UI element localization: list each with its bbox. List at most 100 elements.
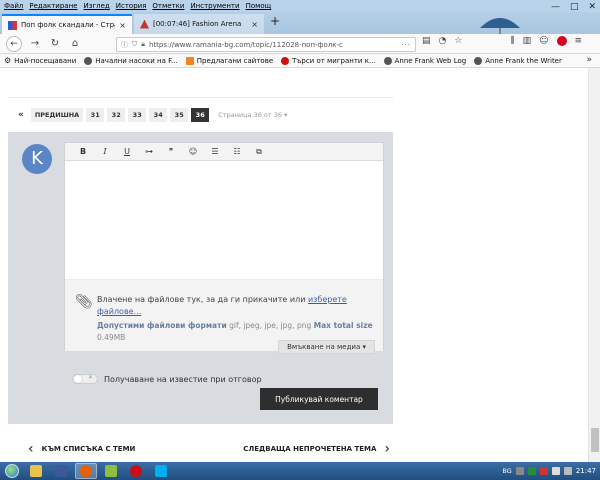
language-indicator[interactable]: BG [502,467,511,475]
bookmarks-overflow-button[interactable]: » [586,55,592,65]
system-tray: BG 21:47 [502,462,596,480]
close-tab-icon[interactable]: × [251,20,258,29]
reload-button[interactable]: ↻ [48,38,62,49]
taskbar-skype[interactable] [150,463,172,479]
bookmark-most-visited[interactable]: ⚙ Най-посещавани [4,56,76,65]
reply-editor: B I U ⊶ ❞ ☺ ☰ ☷ ⧉ 📎︎ Влачене на файлове … [64,142,384,354]
url-text[interactable]: https://www.ramania-bg.com/topic/112028-… [149,41,401,49]
page-35[interactable]: 35 [170,108,189,122]
publish-comment-button[interactable]: Публикувай коментар [260,388,378,410]
taskbar-opera[interactable] [125,463,147,479]
max-size-label: Max total size [313,321,373,330]
italic-button[interactable]: I [97,147,113,156]
page-36-current[interactable]: 36 [191,108,210,122]
taskbar-app[interactable] [100,463,122,479]
allowed-formats-label: Допустими файлови формати [97,321,227,330]
chevron-right-icon: › [384,441,390,457]
menu-history[interactable]: История [116,2,147,10]
maximize-button[interactable]: □ [570,2,579,12]
tab-forum-topic[interactable]: Поп фолк скандали - Страни × [2,14,132,34]
skype-icon [155,465,167,477]
new-tab-button[interactable]: + [270,14,280,28]
menu-edit[interactable]: Редактиране [29,2,77,10]
menu-bookmarks[interactable]: Отметки [152,2,184,10]
attachment-dropzone[interactable]: 📎︎ Влачене на файлове тук, за да ги прик… [65,279,383,354]
previous-page-button[interactable]: ПРЕДИШНА [30,108,84,122]
toggle-knob [74,375,82,383]
page-33[interactable]: 33 [128,108,147,122]
reader-view-icon[interactable]: ▤ [422,36,431,46]
page-actions-icon[interactable]: ··· [401,41,411,49]
reply-textarea[interactable] [65,161,383,279]
menu-file[interactable]: Файл [4,2,23,10]
menu-hamburger-icon[interactable]: ≡ [575,36,583,46]
close-tab-icon[interactable]: × [119,21,126,30]
page-34[interactable]: 34 [149,108,168,122]
start-button[interactable] [2,462,22,480]
page-scrollbar[interactable] [588,68,600,462]
bulleted-list-icon[interactable]: ☰ [207,147,223,156]
globe-icon [474,56,483,65]
scrollbar-thumb[interactable] [591,428,599,452]
page-32[interactable]: 32 [107,108,126,122]
underline-button[interactable]: U [119,147,135,156]
topic-navigation: ‹ КЪМ СПИСЪКА С ТЕМИ СЛЕДВАЩА НЕПРОЧЕТЕН… [18,442,390,460]
tray-icon[interactable] [527,467,536,475]
tray-icon[interactable] [539,467,548,475]
bookmark-star-icon[interactable]: ☆ [454,36,462,46]
sidebar-icon[interactable]: ▥ [523,36,532,46]
shield-icon[interactable]: ⛉ [132,40,137,49]
next-unread-topic-link[interactable]: СЛЕДВАЩА НЕПРОЧЕТЕНА ТЕМА › [243,441,390,457]
tray-icon[interactable] [515,467,524,475]
globe-icon [383,56,392,65]
url-bar[interactable]: ⓘ ⛉ 🔒︎ https://www.ramania-bg.com/topic/… [116,37,416,52]
clock[interactable]: 21:47 [576,467,596,475]
menu-tools[interactable]: Инструменти [190,2,239,10]
tab-fashion-arena[interactable]: [00:07:46] Fashion Arena × [134,14,264,34]
page-31[interactable]: 31 [86,108,105,122]
lock-icon[interactable]: 🔒︎ [141,40,145,49]
library-icon[interactable]: ⫼ [510,36,514,46]
tab-title: Поп фолк скандали - Страни [21,21,115,29]
preview-icon[interactable]: ⧉ [251,147,267,157]
emoji-icon[interactable]: ☺ [185,147,201,156]
info-icon[interactable]: ⓘ [121,40,128,50]
close-window-button[interactable]: ✕ [588,2,596,12]
numbered-list-icon[interactable]: ☷ [229,147,245,156]
network-icon[interactable] [551,467,560,475]
page-jump-dropdown[interactable]: Страница 36 от 36 ▾ [218,111,287,119]
quote-icon[interactable]: ❞ [163,147,179,156]
site-favicon-icon [8,20,17,30]
notify-option: ✕ Получаване на известие при отговор [72,374,262,384]
taskbar-explorer[interactable] [25,463,47,479]
previous-post-bottom [8,68,393,98]
pocket-icon[interactable]: ◔ [439,36,447,46]
bookmark-getting-started[interactable]: Начални насоки на F... [84,56,178,65]
first-page-button[interactable]: « [14,108,28,122]
menu-help[interactable]: Помощ [246,2,272,10]
account-icon[interactable]: ☺ [539,36,548,46]
pagination: « ПРЕДИШНА 31 32 33 34 35 36 Страница 36… [14,108,287,122]
bookmark-suggested-sites[interactable]: Предлагани сайтове [185,56,273,65]
menu-view[interactable]: Изглед [83,2,109,10]
minimize-button[interactable]: — [551,2,560,12]
home-button[interactable]: ⌂ [68,38,82,49]
taskbar-firefox[interactable] [75,463,97,479]
globe-icon [84,56,93,65]
insert-media-button[interactable]: Вмъкване на медиа ▾ [278,340,375,354]
back-button[interactable]: ← [6,35,22,52]
bookmark-anne-frank-log[interactable]: Anne Frank Web Log [383,56,466,65]
bold-button[interactable]: B [75,147,91,156]
bookmark-anne-frank-writer[interactable]: Anne Frank the Writer [474,56,562,65]
avatar[interactable]: K [22,144,52,174]
notify-toggle[interactable]: ✕ [72,374,98,384]
bookmark-label: Начални насоки на F... [95,56,178,65]
bookmark-migrants[interactable]: Търси от мигранти к... [281,56,376,65]
back-to-topics-link[interactable]: ‹ КЪМ СПИСЪКА С ТЕМИ [28,442,135,456]
extension-icon[interactable] [556,36,567,46]
feed-icon [185,56,194,65]
volume-icon[interactable] [563,467,572,475]
taskbar-media[interactable] [50,463,72,479]
link-icon[interactable]: ⊶ [141,147,157,156]
forward-button[interactable]: → [28,38,42,49]
